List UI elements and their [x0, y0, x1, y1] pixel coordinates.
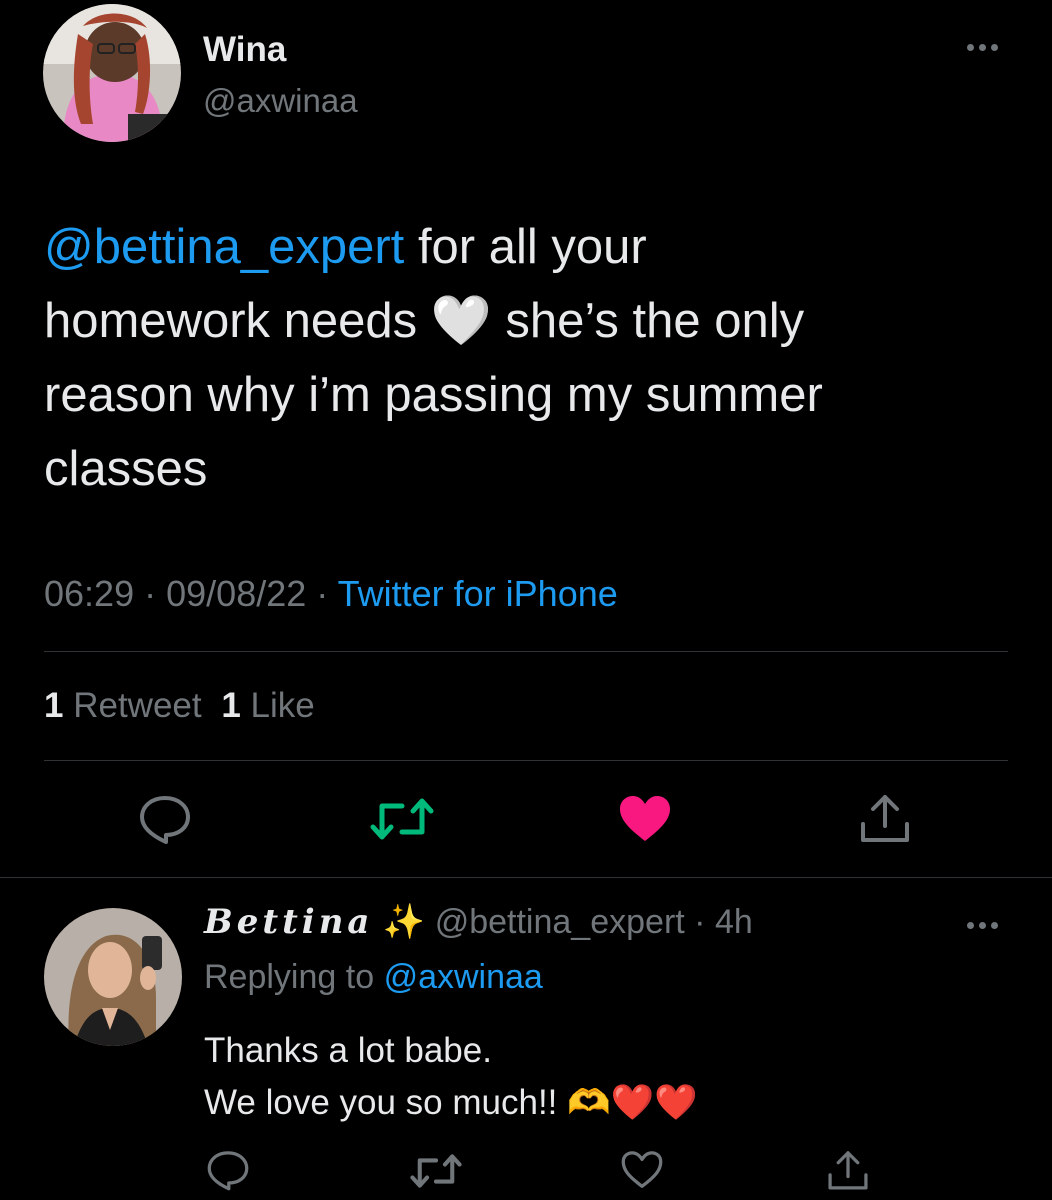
reply-separator: ·: [694, 903, 706, 941]
tweet-mention[interactable]: @bettina_expert: [44, 220, 404, 274]
replying-to-label: Replying to: [204, 958, 375, 996]
reply-text-line-2-text: We love you so much!!: [204, 1083, 558, 1122]
author-name[interactable]: Wina: [203, 30, 286, 70]
like-label: Like: [250, 686, 315, 725]
share-icon[interactable]: [858, 792, 912, 844]
reply-text: Thanks a lot babe. We love you so much!!…: [204, 1025, 698, 1129]
retweet-icon[interactable]: [370, 796, 434, 842]
reply-retweet-icon[interactable]: [410, 1152, 462, 1190]
reply-avatar-image: [44, 908, 182, 1046]
reply-emojis: 🫶❤️❤️: [567, 1083, 698, 1122]
meta-separator: ·: [144, 573, 157, 614]
retweet-count: 1: [44, 686, 64, 725]
tweet-text: @bettina_expert for all your homework ne…: [44, 210, 823, 506]
reply-author-handle[interactable]: @bettina_expert: [435, 903, 685, 941]
reply-author-name[interactable]: Bettina: [204, 902, 373, 942]
tweet-text-line-4: classes: [44, 442, 208, 496]
tweet-text-part-2: homework needs: [44, 294, 418, 348]
divider: [44, 651, 1008, 652]
tweet-text-line-2: homework needs 🤍 she’s the only: [44, 284, 823, 358]
retweet-label: Retweet: [73, 686, 202, 725]
tweet-date: 09/08/22: [166, 573, 307, 614]
sparkles-icon: ✨: [382, 903, 426, 941]
tweet-meta: 06:29 · 09/08/22 · Twitter for iPhone: [44, 573, 618, 615]
tweet-stats: 1 Retweet 1 Like: [44, 686, 315, 726]
like-stat[interactable]: 1 Like: [221, 686, 314, 725]
reply-like-icon[interactable]: [620, 1150, 664, 1190]
avatar[interactable]: [43, 4, 181, 142]
like-count: 1: [221, 686, 241, 725]
reply-reply-icon[interactable]: [206, 1148, 250, 1192]
tweet-text-line-1: @bettina_expert for all your: [44, 210, 823, 284]
tweet-text-part-3: she’s the only: [505, 294, 805, 348]
replying-to: Replying to @axwinaa: [204, 958, 543, 997]
reply-text-line-1: Thanks a lot babe.: [204, 1031, 492, 1070]
like-icon[interactable]: [618, 795, 672, 843]
reply-share-icon[interactable]: [826, 1148, 870, 1192]
author-handle[interactable]: @axwinaa: [203, 82, 358, 120]
tweet-source[interactable]: Twitter for iPhone: [338, 573, 618, 614]
white-heart-emoji: 🤍: [430, 294, 492, 348]
more-icon[interactable]: [967, 44, 998, 51]
reply-text-line-2: We love you so much!! 🫶❤️❤️: [204, 1077, 698, 1129]
tweet-time: 06:29: [44, 573, 135, 614]
replying-to-handle[interactable]: @axwinaa: [384, 958, 543, 996]
reply-avatar[interactable]: [44, 908, 182, 1046]
reply-header: Bettina ✨ @bettina_expert · 4h: [204, 902, 753, 942]
reply-icon[interactable]: [138, 793, 192, 845]
divider: [0, 877, 1052, 878]
divider: [44, 760, 1008, 761]
avatar-image: [43, 4, 181, 142]
tweet-text-part-1: for all your: [417, 220, 647, 274]
meta-separator: ·: [316, 573, 329, 614]
retweet-stat[interactable]: 1 Retweet: [44, 686, 211, 725]
reply-time[interactable]: 4h: [715, 903, 753, 941]
reply-more-icon[interactable]: [967, 922, 998, 929]
tweet-text-line-3: reason why i’m passing my summer: [44, 368, 823, 422]
